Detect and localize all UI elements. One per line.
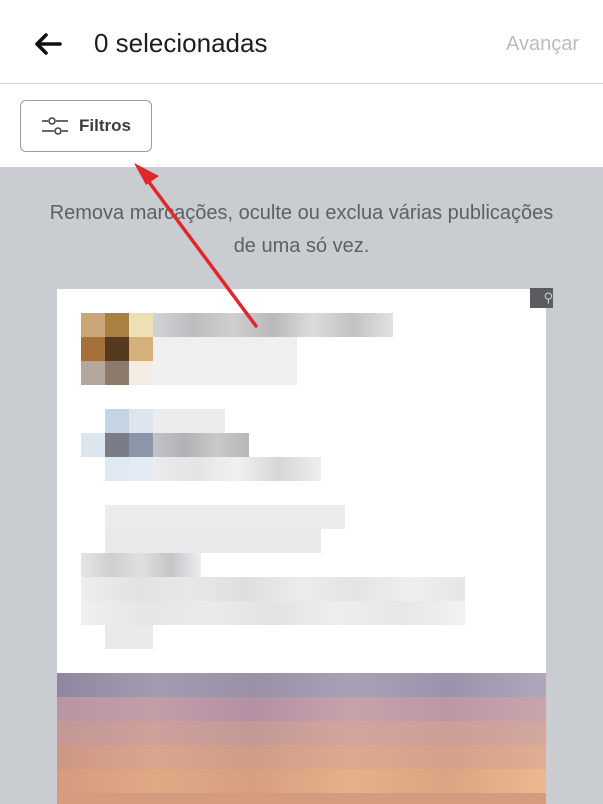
filter-bar: Filtros bbox=[0, 84, 603, 167]
pixelated-avatar bbox=[129, 433, 153, 457]
pixelated-avatar bbox=[129, 337, 153, 361]
pixelated-text bbox=[81, 553, 201, 577]
pixelated-avatar bbox=[129, 409, 153, 433]
pixelated-text bbox=[153, 409, 225, 433]
pixelated-text bbox=[153, 433, 249, 457]
pixelated-avatar bbox=[105, 337, 129, 361]
pixelated-text bbox=[105, 529, 321, 553]
filters-button[interactable]: Filtros bbox=[20, 100, 152, 152]
back-button[interactable] bbox=[28, 24, 68, 64]
info-text: Remova marcações, oculte ou exclua vária… bbox=[49, 202, 554, 257]
card-corner-icon: ⚲ bbox=[530, 288, 553, 308]
pixelated-avatar bbox=[81, 337, 105, 361]
pixelated-text bbox=[153, 361, 297, 385]
pixelated-avatar bbox=[105, 409, 129, 433]
arrow-left-icon bbox=[35, 33, 62, 55]
pixelated-text bbox=[105, 625, 153, 649]
pixelated-avatar bbox=[105, 313, 129, 337]
sliders-icon bbox=[42, 117, 69, 135]
photo-pixel-band bbox=[57, 673, 546, 697]
pixelated-avatar bbox=[129, 361, 153, 385]
pixelated-text bbox=[81, 577, 465, 601]
pixelated-avatar bbox=[81, 361, 105, 385]
pixelated-avatar bbox=[105, 361, 129, 385]
pixelated-text bbox=[81, 601, 465, 625]
photo-pixel-band bbox=[57, 697, 546, 721]
pixelated-text bbox=[153, 313, 393, 337]
pixelated-avatar bbox=[81, 313, 105, 337]
pixelated-text bbox=[153, 337, 297, 361]
pixelated-avatar bbox=[129, 457, 153, 481]
post-photo bbox=[57, 673, 546, 804]
page-title: 0 selecionadas bbox=[94, 28, 268, 58]
next-button[interactable]: Avançar bbox=[506, 31, 579, 57]
top-app-bar: 0 selecionadas Avançar bbox=[0, 0, 603, 84]
photo-pixel-band bbox=[57, 745, 546, 769]
post-card[interactable] bbox=[57, 289, 546, 804]
pixelated-avatar bbox=[81, 433, 105, 457]
pixelated-text bbox=[105, 505, 345, 529]
photo-pixel-band bbox=[57, 769, 546, 793]
pixelated-avatar bbox=[129, 313, 153, 337]
filters-label: Filtros bbox=[79, 116, 131, 135]
photo-pixel-band bbox=[57, 721, 546, 745]
pixelated-avatar bbox=[105, 457, 129, 481]
pixelated-text bbox=[153, 457, 321, 481]
pixelated-avatar bbox=[105, 433, 129, 457]
